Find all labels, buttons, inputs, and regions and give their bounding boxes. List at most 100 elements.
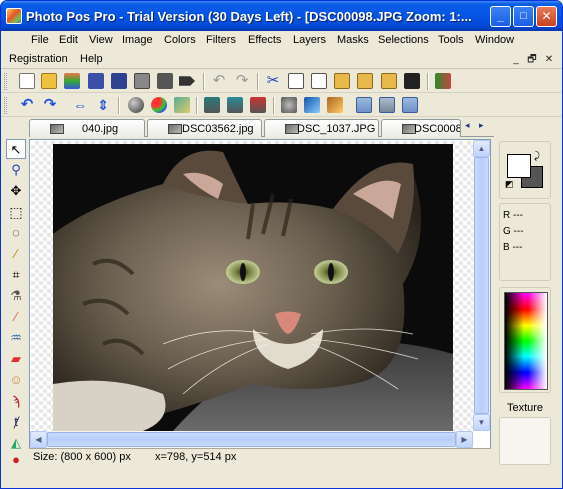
canvas-area[interactable] (31, 141, 473, 432)
effect-1-icon[interactable] (204, 97, 220, 113)
scroll-down-button[interactable]: ▼ (473, 414, 490, 431)
vertical-scrollbar[interactable]: ▲ ▼ (473, 140, 490, 431)
toolbox: ↖ ⚲ ✥ ⬚ ◌ ⁄ ⌗ ⚗ ∕ ♒ ▰ ☺ ϡ ⱦ ◭ ● (4, 139, 28, 466)
app-logo-icon[interactable] (6, 8, 22, 24)
image-thumbnail-icon (168, 124, 182, 134)
menu-effects[interactable]: Effects (248, 34, 281, 46)
menu-registration[interactable]: Registration (9, 53, 68, 65)
layers-icon[interactable] (435, 73, 451, 89)
menu-view[interactable]: View (89, 34, 113, 46)
brush-icon[interactable]: ∕ (6, 307, 26, 327)
menu-help[interactable]: Help (80, 53, 103, 65)
tab-dsc0008[interactable]: DSC0008 (381, 119, 461, 137)
lasso-icon[interactable]: ◌ (6, 223, 26, 243)
mdi-close-button[interactable]: ✕ (542, 53, 556, 66)
filter-5-icon[interactable] (379, 97, 395, 113)
auto-enhance-icon[interactable] (174, 97, 190, 113)
magic-wand-icon[interactable]: ⁄ (6, 244, 26, 264)
scroll-left-button[interactable]: ◀ (30, 431, 47, 448)
eyedropper-icon[interactable]: ⚗ (6, 286, 26, 306)
paste-new-icon[interactable] (357, 73, 373, 89)
close-button[interactable]: ✕ (536, 6, 557, 27)
smudge-icon[interactable]: ϡ (6, 391, 26, 411)
menu-edit[interactable]: Edit (59, 34, 78, 46)
filter-4-icon[interactable] (356, 97, 372, 113)
undo-icon[interactable]: ↶ (211, 73, 227, 89)
color-spectrum-picker[interactable] (504, 292, 548, 390)
tab-dsc-1037[interactable]: DSC_1037.JPG (264, 119, 379, 137)
title-bar[interactable]: Photo Pos Pro - Trial Version (30 Days L… (1, 1, 562, 31)
vertical-scroll-thumb[interactable] (474, 157, 489, 414)
eraser-icon[interactable]: ▰ (6, 349, 26, 369)
menu-layers[interactable]: Layers (293, 34, 326, 46)
shape-icon[interactable]: ◭ (6, 433, 26, 453)
mdi-restore-button[interactable]: 🗗 (525, 53, 539, 66)
scan-icon[interactable] (157, 73, 173, 89)
texture-swatch[interactable] (499, 417, 551, 465)
effect-3-icon[interactable] (250, 97, 266, 113)
photo-cat[interactable] (53, 144, 453, 431)
swap-colors-icon[interactable]: ⤸ (534, 151, 540, 162)
menu-masks[interactable]: Masks (337, 34, 369, 46)
reset-colors-icon[interactable]: ◩ (505, 179, 514, 190)
cut-icon[interactable]: ✂ (265, 73, 281, 89)
print-icon[interactable] (134, 73, 150, 89)
toolbar-separator (118, 97, 120, 114)
scroll-right-button[interactable]: ▶ (456, 431, 473, 448)
save-all-icon[interactable] (111, 73, 127, 89)
menu-tools[interactable]: Tools (438, 34, 464, 46)
copy-icon[interactable] (288, 73, 304, 89)
new-file-icon[interactable] (19, 73, 35, 89)
grayscale-icon[interactable] (128, 97, 144, 113)
paste-icon[interactable] (334, 73, 350, 89)
tab-040[interactable]: 040.jpg (29, 119, 145, 137)
color-spectrum-box (499, 287, 551, 393)
select-arrow-icon[interactable]: ↖ (6, 139, 26, 159)
scroll-up-button[interactable]: ▲ (473, 140, 490, 157)
toolbar-grip[interactable] (4, 73, 7, 90)
red-value: R --- (503, 210, 523, 221)
redo-icon[interactable]: ↷ (234, 73, 250, 89)
screen-capture-icon[interactable] (404, 73, 420, 89)
send-icon[interactable] (179, 76, 195, 86)
rotate-right-icon[interactable]: ↷ (42, 97, 58, 113)
tab-scroll-left-icon[interactable]: ◂ (465, 120, 470, 131)
color-balance-icon[interactable] (151, 97, 167, 113)
rotate-left-icon[interactable]: ↶ (19, 97, 35, 113)
paste-into-icon[interactable] (381, 73, 397, 89)
red-eye-icon[interactable]: ● (6, 453, 26, 466)
menu-filters[interactable]: Filters (206, 34, 236, 46)
menu-window[interactable]: Window (475, 34, 514, 46)
menu-file[interactable]: File (31, 34, 49, 46)
text-icon[interactable]: ⱦ (6, 412, 26, 432)
mdi-minimize-button[interactable]: _ (509, 53, 523, 66)
rect-select-icon[interactable]: ⬚ (6, 202, 26, 222)
copy-merged-icon[interactable] (311, 73, 327, 89)
menu-image[interactable]: Image (122, 34, 153, 46)
effect-2-icon[interactable] (227, 97, 243, 113)
clone-stamp-icon[interactable]: ☺ (6, 370, 26, 390)
filter-2-icon[interactable] (304, 97, 320, 113)
open-folder-icon[interactable] (41, 73, 57, 89)
foreground-color-swatch[interactable] (507, 154, 531, 178)
zoom-icon[interactable]: ⚲ (6, 160, 26, 180)
palette-icon[interactable] (64, 73, 80, 89)
horizontal-scroll-thumb[interactable] (47, 432, 456, 447)
menu-selections[interactable]: Selections (378, 34, 429, 46)
toolbar-grip[interactable] (4, 97, 7, 114)
filter-6-icon[interactable] (402, 97, 418, 113)
minimize-button[interactable]: _ (490, 6, 511, 27)
save-icon[interactable] (88, 73, 104, 89)
flip-horizontal-icon[interactable]: ⇔ (72, 97, 88, 113)
filter-3-icon[interactable] (327, 97, 343, 113)
crop-icon[interactable]: ⌗ (6, 265, 26, 285)
filter-1-icon[interactable] (281, 97, 297, 113)
fill-icon[interactable]: ♒ (6, 328, 26, 348)
tab-scroll-right-icon[interactable]: ▸ (479, 120, 484, 131)
horizontal-scrollbar[interactable]: ◀ ▶ (30, 431, 473, 448)
menu-colors[interactable]: Colors (164, 34, 196, 46)
flip-vertical-icon[interactable]: ⇕ (95, 97, 111, 113)
move-icon[interactable]: ✥ (6, 181, 26, 201)
maximize-button[interactable]: □ (513, 6, 534, 27)
tab-dsc03562[interactable]: DSC03562.jpg (147, 119, 262, 137)
